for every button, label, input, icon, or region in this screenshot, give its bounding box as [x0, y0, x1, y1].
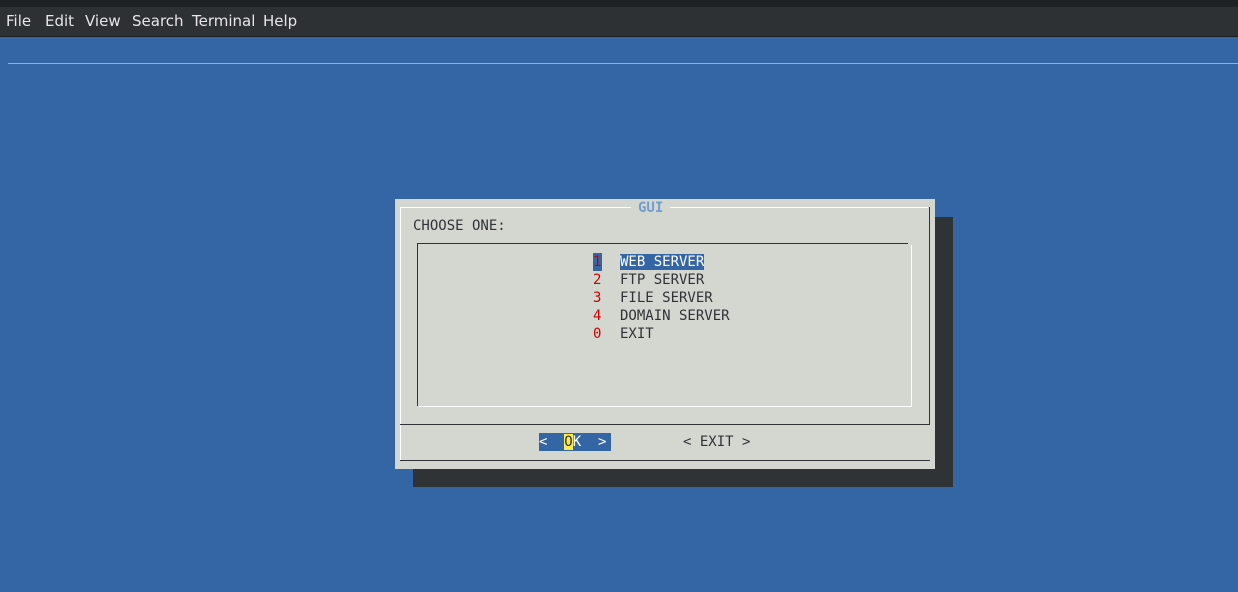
option-tag: 2 — [593, 272, 602, 288]
option-label: DOMAIN SERVER — [620, 308, 730, 324]
listbox-frame-top — [417, 243, 908, 244]
option-tag: 3 — [593, 290, 602, 306]
dialog-prompt: CHOOSE ONE: — [413, 218, 506, 234]
dialog-title: GUI — [631, 199, 671, 217]
ok-button-left-bracket: < — [539, 434, 548, 450]
option-label: EXIT — [620, 326, 654, 342]
exit-button[interactable]: < EXIT > — [683, 433, 750, 451]
menu-option-domain-server[interactable]: 4 DOMAIN SERVER — [593, 307, 730, 325]
dialog-button-separator — [400, 424, 930, 425]
window-top-strip — [0, 0, 1238, 7]
ok-button-label-rest: K — [572, 434, 582, 450]
backtitle-separator — [8, 63, 1238, 64]
menu-terminal[interactable]: Terminal — [192, 12, 255, 30]
menu-bar: File Edit View Search Terminal Help — [0, 7, 1238, 37]
listbox-frame-bottom — [419, 406, 912, 407]
menu-edit[interactable]: Edit — [45, 12, 74, 30]
menu-view[interactable]: View — [85, 12, 121, 30]
option-label: FTP SERVER — [620, 272, 705, 288]
option-tag: 0 — [593, 326, 602, 342]
option-label: FILE SERVER — [620, 290, 713, 306]
menu-option-file-server[interactable]: 3 FILE SERVER — [593, 289, 713, 307]
option-tag: 1 — [593, 253, 602, 271]
menu-option-ftp-server[interactable]: 2 FTP SERVER — [593, 271, 704, 289]
listbox-frame-left — [417, 243, 418, 406]
ok-button[interactable]: < OK > — [539, 433, 611, 451]
dialog-frame-right — [929, 207, 930, 425]
dialog-frame-left — [400, 207, 401, 461]
menu-option-web-server[interactable]: 1 WEB SERVER — [593, 253, 705, 271]
option-tag: 4 — [593, 308, 602, 324]
menu-help[interactable]: Help — [263, 12, 297, 30]
menu-file[interactable]: File — [6, 12, 31, 30]
menu-search[interactable]: Search — [132, 12, 184, 30]
menu-option-exit[interactable]: 0 EXIT — [593, 325, 654, 343]
dialog-frame-bottom — [400, 460, 930, 461]
listbox-frame-right — [911, 245, 912, 407]
option-label: WEB SERVER — [620, 254, 705, 270]
ok-button-hotkey: O — [564, 434, 573, 450]
ok-button-right-bracket: > — [598, 434, 607, 450]
